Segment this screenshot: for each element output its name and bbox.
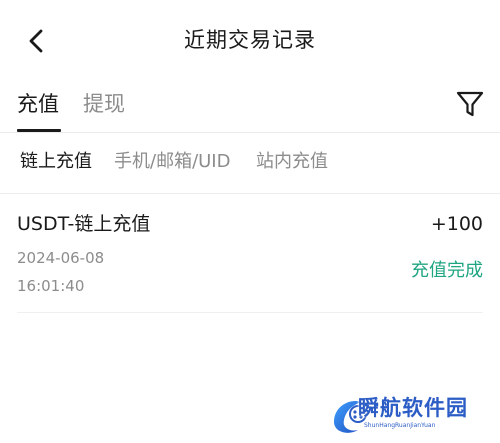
filter-funnel-icon [456, 91, 484, 117]
subtab-internal-deposit[interactable]: 站内充值 [256, 147, 328, 177]
watermark-text: 瞬航软件园 [358, 396, 468, 420]
header-bar: 近期交易记录 [0, 0, 500, 80]
record-time: 16:01:40 [17, 277, 85, 295]
record-amount: +100 [430, 213, 483, 235]
filter-button[interactable] [455, 89, 485, 119]
tab-deposit[interactable]: 充值 [17, 86, 59, 122]
subtab-phone-email-uid[interactable]: 手机/邮箱/UID [114, 147, 230, 177]
record-title: USDT-链上充值 [17, 213, 151, 235]
record-date: 2024-06-08 [17, 249, 105, 267]
page-title: 近期交易记录 [184, 28, 316, 52]
transaction-record[interactable]: USDT-链上充值 +100 2024-06-08 16:01:40 充值完成 [0, 194, 500, 314]
record-status-badge: 充值完成 [411, 260, 483, 281]
record-divider [17, 312, 483, 313]
sub-tab-bar: 链上充值 手机/邮箱/UID 站内充值 [0, 133, 500, 193]
subtab-onchain-deposit[interactable]: 链上充值 [20, 147, 92, 177]
tab-withdraw[interactable]: 提现 [83, 86, 125, 122]
main-tab-bar: 充值 提现 [0, 80, 500, 132]
watermark-subtext: ShunHangRuanJianYuan [364, 422, 436, 429]
watermark: 瞬航软件园 ShunHangRuanJianYuan [328, 390, 488, 440]
